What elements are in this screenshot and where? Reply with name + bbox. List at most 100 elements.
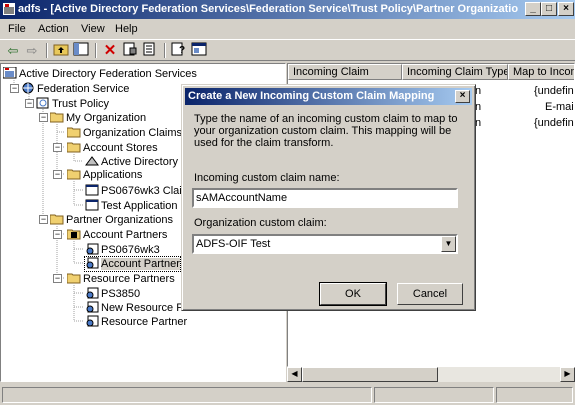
help-icon[interactable]: ? xyxy=(170,42,188,59)
tree-item-label: Partner Organizations xyxy=(66,214,173,226)
toolbar-separator xyxy=(164,43,166,58)
tree-item-label: Resource Partner xyxy=(101,316,188,328)
collapse-resource-partners[interactable]: − xyxy=(53,274,62,283)
tree-item-label: PS0676wk3 xyxy=(101,244,160,256)
tree-item-label: Account Partners xyxy=(83,229,168,241)
adfs-app-icon xyxy=(3,3,15,15)
dialog-title-bar[interactable]: Create a New Incoming Custom Claim Mappi… xyxy=(185,88,472,105)
list-cell: {undefine xyxy=(534,85,574,97)
status-pane xyxy=(374,387,494,403)
mmc-window: adfs - [Active Directory Federation Serv… xyxy=(0,0,575,405)
folder-icon xyxy=(50,214,64,225)
ok-button[interactable]: OK xyxy=(319,282,387,306)
tree-item-account-partner[interactable]: Account Partner xyxy=(84,256,181,272)
tree-item-resource-partner[interactable]: Resource Partner xyxy=(85,315,187,329)
tree-item-ps0676wk3[interactable]: PS0676wk3 xyxy=(85,243,160,257)
window-title: adfs - [Active Directory Federation Serv… xyxy=(18,3,518,15)
adfs-icon xyxy=(3,67,17,79)
tree-item-organization-claims[interactable]: Organization Claims xyxy=(67,126,182,140)
dialog-title: Create a New Incoming Custom Claim Mappi… xyxy=(188,90,435,102)
tree-item-test-application[interactable]: Test Application xyxy=(85,199,177,213)
dialog-description: Type the name of an incoming custom clai… xyxy=(194,113,458,149)
column-header-map-to[interactable]: Map to Incomin xyxy=(508,64,574,80)
tree-item-label: Account Partner xyxy=(101,258,180,270)
toolbar: ⇦ ⇨ ✕ ? xyxy=(0,39,575,61)
tree-item-label: Federation Service xyxy=(37,83,130,95)
partner-icon xyxy=(86,243,99,255)
tree-item-new-resource-partner[interactable]: New Resource P xyxy=(85,301,184,315)
tree-item-label: PS0676wk3 Clair xyxy=(101,185,186,197)
delete-icon[interactable]: ✕ xyxy=(101,42,119,59)
list-cell: E-mail xyxy=(545,101,575,113)
scroll-left-button[interactable]: ◀ xyxy=(287,367,302,382)
tree-item-label: Trust Policy xyxy=(52,98,110,110)
trust-policy-icon xyxy=(36,97,49,109)
tree-item-my-organization[interactable]: My Organization xyxy=(50,111,146,125)
collapse-account-stores[interactable]: − xyxy=(53,143,62,152)
column-header-incoming-claim-type[interactable]: Incoming Claim Type xyxy=(402,64,508,80)
tree-item-account-partners[interactable]: Account Partners xyxy=(67,228,167,242)
title-bar[interactable]: adfs - [Active Directory Federation Serv… xyxy=(0,0,575,19)
tree-item-label: My Organization xyxy=(66,112,147,124)
incoming-claim-label: Incoming custom claim name: xyxy=(194,172,464,184)
cancel-button[interactable]: Cancel xyxy=(397,283,463,305)
menu-bar: File Action View Help xyxy=(0,20,575,38)
folder-icon xyxy=(50,112,64,123)
tree-item-applications[interactable]: Applications xyxy=(67,168,142,182)
export-list-icon[interactable] xyxy=(141,42,159,59)
incoming-claim-input[interactable]: sAMAccountName xyxy=(192,188,458,208)
tree-item-label: Organization Claims xyxy=(83,127,183,139)
horizontal-scrollbar[interactable]: ◀ ▶ xyxy=(287,367,575,382)
partner-icon xyxy=(86,315,99,327)
dialog-close-button[interactable]: × xyxy=(455,90,470,103)
maximize-button[interactable]: □ xyxy=(541,2,557,16)
collapse-partner-organizations[interactable]: − xyxy=(39,215,48,224)
tree-item-ps0676wk3-claims-app[interactable]: PS0676wk3 Clair xyxy=(85,184,185,198)
toolbar-separator xyxy=(95,43,97,58)
tree-item-label: Resource Partners xyxy=(83,273,175,285)
up-folder-icon[interactable] xyxy=(52,42,70,59)
tree-item-federation-service[interactable]: Federation Service xyxy=(21,82,129,96)
menu-help[interactable]: Help xyxy=(115,23,138,35)
tree-item-partner-organizations[interactable]: Partner Organizations xyxy=(50,213,173,227)
organization-claim-select[interactable]: ADFS-OIF Test ▼ xyxy=(192,234,458,254)
minimize-button[interactable]: _ xyxy=(525,2,541,16)
menu-file[interactable]: File xyxy=(8,23,26,35)
view-pane-icon[interactable] xyxy=(190,42,208,59)
folder-icon xyxy=(67,169,81,180)
tree-item-trust-policy[interactable]: Trust Policy xyxy=(36,97,109,111)
back-arrow-icon[interactable]: ⇦ xyxy=(4,42,22,59)
collapse-my-organization[interactable]: − xyxy=(39,113,48,122)
scroll-thumb[interactable] xyxy=(302,367,438,382)
tree-item-ps3850[interactable]: PS3850 xyxy=(85,287,140,301)
folder-icon xyxy=(67,127,81,138)
folder-icon xyxy=(67,229,81,240)
organization-claim-label: Organization custom claim: xyxy=(194,217,464,229)
tree-item-label: PS3850 xyxy=(101,288,141,300)
tree-item-account-stores[interactable]: Account Stores xyxy=(67,141,158,155)
organization-claim-value: ADFS-OIF Test xyxy=(196,238,271,250)
column-header-incoming-claim[interactable]: Incoming Claim xyxy=(288,64,402,80)
tree-item-label: Applications xyxy=(83,169,143,181)
tree-item-active-directory[interactable]: Active Directory xyxy=(85,155,178,169)
dropdown-arrow-icon[interactable]: ▼ xyxy=(441,236,456,252)
partner-icon xyxy=(86,257,99,269)
status-pane xyxy=(496,387,573,403)
list-cell: {undefine xyxy=(534,117,574,129)
folder-icon xyxy=(67,142,81,153)
forward-arrow-icon[interactable]: ⇨ xyxy=(23,42,41,59)
collapse-trust-policy[interactable]: − xyxy=(25,99,34,108)
status-pane xyxy=(2,387,372,403)
status-bar xyxy=(0,385,575,405)
scroll-right-button[interactable]: ▶ xyxy=(560,367,575,382)
close-button[interactable]: × xyxy=(558,2,574,16)
collapse-account-partners[interactable]: − xyxy=(53,230,62,239)
collapse-applications[interactable]: − xyxy=(53,170,62,179)
tree-item-adfs-root[interactable]: Active Directory Federation Services xyxy=(3,67,197,81)
show-hide-tree-icon[interactable] xyxy=(72,42,90,59)
collapse-federation-service[interactable]: − xyxy=(10,84,19,93)
tree-item-resource-partners[interactable]: Resource Partners xyxy=(67,272,175,286)
menu-action[interactable]: Action xyxy=(38,23,69,35)
menu-view[interactable]: View xyxy=(81,23,105,35)
properties-icon[interactable] xyxy=(121,42,139,59)
